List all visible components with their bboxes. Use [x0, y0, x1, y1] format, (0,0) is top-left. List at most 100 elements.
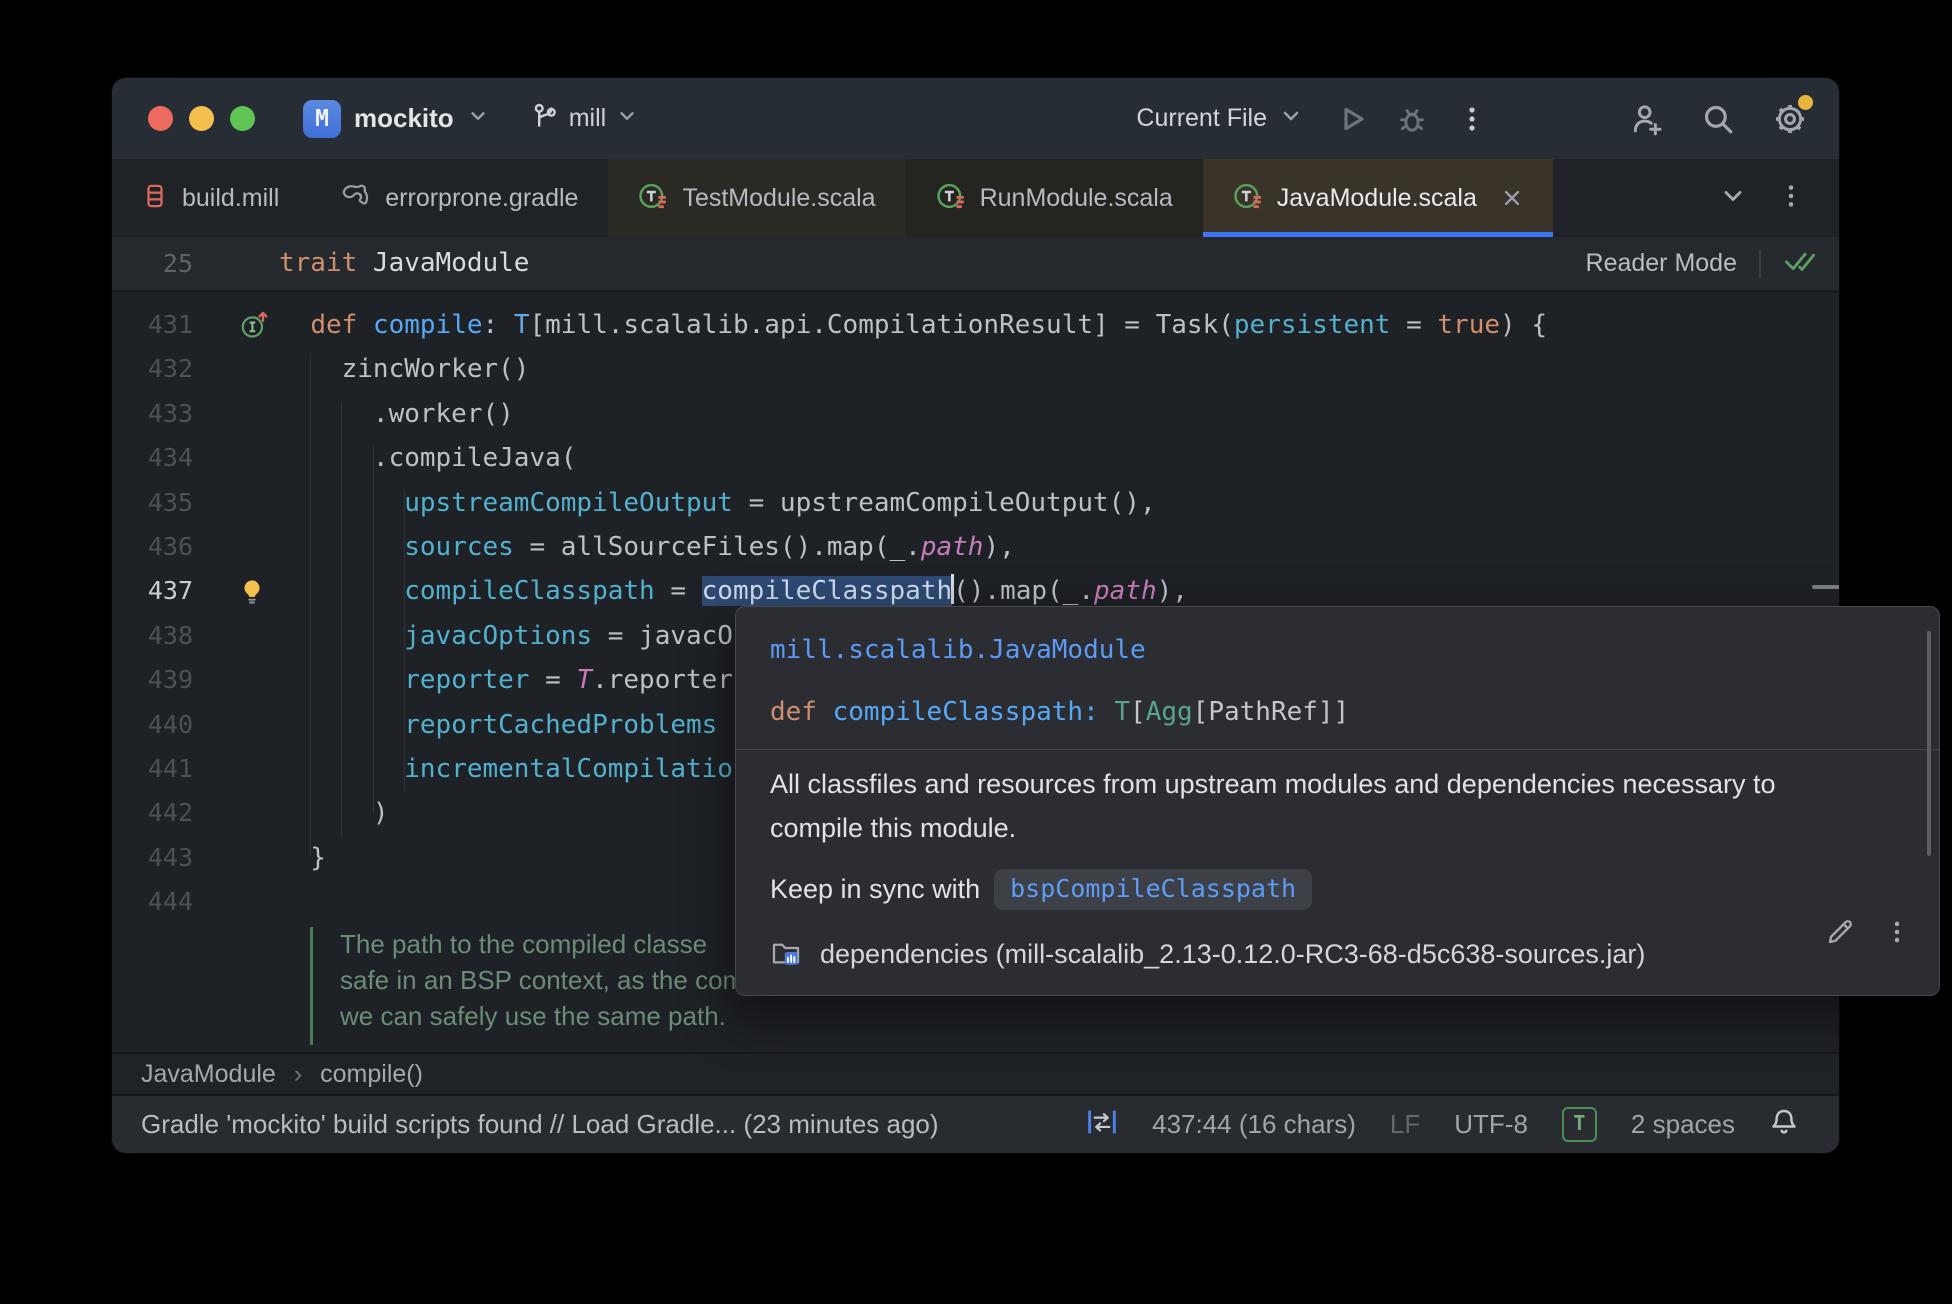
- project-name: mockito: [354, 103, 454, 133]
- breadcrumb-separator: ›: [293, 1059, 303, 1088]
- divider: [1759, 249, 1761, 278]
- doc-comment-bar: [310, 927, 313, 1045]
- doc-options-kebab-icon[interactable]: [1883, 918, 1911, 951]
- tab-options-kebab-icon[interactable]: [1777, 182, 1805, 215]
- run-configuration-selector[interactable]: Current File: [1136, 104, 1303, 133]
- tab-label: RunModule.scala: [979, 183, 1173, 212]
- popup-scrollbar[interactable]: [1927, 631, 1931, 856]
- titlebar-right-icons: [1623, 91, 1816, 142]
- overrides-gutter-icon[interactable]: [238, 309, 270, 346]
- code-with-me-add-user-icon[interactable]: [1623, 96, 1669, 142]
- doc-comment-line: The path to the compiled classe: [340, 929, 708, 959]
- code-line[interactable]: 432 zincWorker(): [112, 347, 1839, 392]
- minimize-window-button[interactable]: [189, 106, 214, 131]
- breadcrumb-item-javamodule[interactable]: JavaModule: [141, 1060, 276, 1089]
- titlebar: M mockito mill Current File: [112, 78, 1839, 159]
- doc-comment-line: we can safely use the same path.: [340, 1001, 726, 1031]
- code-text: .compileJava(: [279, 443, 577, 473]
- line-number: 436: [147, 532, 193, 561]
- line-number: 432: [147, 354, 193, 383]
- sticky-lines-header[interactable]: 25 trait JavaModule Reader Mode: [112, 237, 1839, 293]
- quick-documentation-popup[interactable]: mill.scalalib.JavaModule def compileClas…: [735, 606, 1940, 996]
- tab-list-chevron-icon[interactable]: [1719, 182, 1747, 215]
- intention-bulb-icon[interactable]: [238, 577, 266, 610]
- code-line[interactable]: 431 def compile: T[mill.scalalib.api.Com…: [112, 303, 1839, 348]
- line-number: 443: [147, 843, 193, 872]
- editor-tabbar: build.mill errorprone.gradle TestModule.…: [112, 159, 1839, 237]
- code-line[interactable]: 433 .worker(): [112, 392, 1839, 437]
- code-line[interactable]: 434 .compileJava(: [112, 436, 1839, 481]
- status-widgets: 437:44 (16 chars) LF UTF-8 T 2 spaces: [1086, 1107, 1799, 1142]
- doc-owner-link[interactable]: mill.scalalib.JavaModule: [770, 633, 1146, 667]
- line-number: 434: [147, 443, 193, 472]
- tab-runmodule-scala[interactable]: RunModule.scala: [905, 159, 1203, 237]
- bsp-compile-classpath-link[interactable]: bspCompileClasspath: [994, 869, 1313, 910]
- reader-mode-widget: Reader Mode: [1586, 237, 1817, 290]
- run-configuration-name: Current File: [1136, 104, 1267, 132]
- scala-trait-icon: [638, 181, 668, 216]
- code-text: def compile: T[mill.scalalib.api.Compila…: [310, 310, 1547, 340]
- line-separator-transfer-icon[interactable]: [1086, 1108, 1118, 1141]
- scrollbar-mark[interactable]: [1812, 585, 1839, 589]
- code-text: javacOptions = javacO: [404, 621, 733, 651]
- doc-description: compile this module.: [770, 813, 1017, 843]
- code-text: reportCachedProblems: [404, 710, 733, 740]
- edit-pencil-icon[interactable]: [1825, 917, 1855, 952]
- notifications-bell-icon[interactable]: [1769, 1107, 1799, 1142]
- vcs-branch-widget[interactable]: mill: [531, 102, 639, 135]
- code-text: sources = allSourceFiles().map(_.path),: [404, 532, 1015, 562]
- status-bar: Gradle 'mockito' build scripts found // …: [112, 1094, 1839, 1153]
- sticky-line-number: 25: [162, 249, 193, 278]
- branch-name: mill: [568, 104, 607, 132]
- line-number: 438: [147, 621, 193, 650]
- chevron-down-icon: [467, 105, 489, 132]
- tabbar-controls: [1685, 159, 1839, 237]
- code-line[interactable]: 436 sources = allSourceFiles().map(_.pat…: [112, 525, 1839, 570]
- code-text: }: [279, 843, 326, 873]
- tab-label: TestModule.scala: [682, 183, 876, 212]
- caret-position[interactable]: 437:44 (16 chars): [1152, 1109, 1356, 1140]
- settings-gear-icon[interactable]: [1767, 91, 1816, 142]
- tab-label: JavaModule.scala: [1276, 183, 1477, 212]
- chevron-down-icon: [1279, 104, 1303, 133]
- close-window-button[interactable]: [148, 106, 173, 131]
- zoom-window-button[interactable]: [230, 106, 255, 131]
- line-number: 440: [147, 710, 193, 739]
- indent-setting[interactable]: 2 spaces: [1631, 1109, 1735, 1140]
- doc-source-row[interactable]: dependencies (mill-scalalib_2.13-0.12.0-…: [770, 937, 1645, 972]
- tab-javamodule-scala[interactable]: JavaModule.scala: [1202, 159, 1554, 237]
- code-text: ): [279, 798, 389, 828]
- tab-testmodule-scala[interactable]: TestModule.scala: [608, 159, 906, 237]
- mill-file-icon: [142, 181, 168, 216]
- status-message[interactable]: Gradle 'mockito' build scripts found // …: [141, 1109, 939, 1140]
- doc-sync-text: Keep in sync with: [770, 874, 981, 904]
- reader-mode-check-icon[interactable]: [1783, 247, 1817, 280]
- scala-trait-icon: [1233, 181, 1263, 216]
- breadcrumb-item-compile[interactable]: compile(): [320, 1060, 423, 1089]
- code-text: .worker(): [279, 399, 514, 429]
- debug-button[interactable]: [1389, 96, 1435, 142]
- more-actions-kebab-icon[interactable]: [1449, 96, 1495, 142]
- run-button[interactable]: [1329, 96, 1375, 142]
- code-text: upstreamCompileOutput = upstreamCompileO…: [404, 488, 1156, 518]
- tab-build-mill[interactable]: build.mill: [112, 159, 309, 237]
- line-separator-value[interactable]: LF: [1390, 1109, 1420, 1140]
- tab-label: errorprone.gradle: [385, 183, 579, 212]
- chevron-down-icon: [616, 105, 638, 132]
- project-widget[interactable]: M mockito: [303, 99, 489, 138]
- line-number: 444: [147, 887, 193, 916]
- reader-mode-label: Reader Mode: [1585, 249, 1737, 277]
- doc-source-jar: dependencies (mill-scalalib_2.13-0.12.0-…: [820, 939, 1646, 969]
- file-encoding[interactable]: UTF-8: [1454, 1109, 1528, 1140]
- doc-popup-actions: [1825, 917, 1911, 952]
- breadcrumb: JavaModule › compile(): [112, 1052, 1839, 1094]
- code-line[interactable]: 435 upstreamCompileOutput = upstreamComp…: [112, 481, 1839, 526]
- tab-errorprone-gradle[interactable]: errorprone.gradle: [309, 159, 608, 237]
- search-everywhere-icon[interactable]: [1695, 96, 1741, 142]
- file-type-badge[interactable]: T: [1561, 1107, 1597, 1142]
- line-number: 442: [147, 798, 193, 827]
- line-number: 433: [147, 399, 193, 428]
- close-tab-icon[interactable]: [1501, 187, 1523, 209]
- settings-notification-dot: [1795, 91, 1816, 113]
- code-text: incrementalCompilatio: [404, 754, 733, 784]
